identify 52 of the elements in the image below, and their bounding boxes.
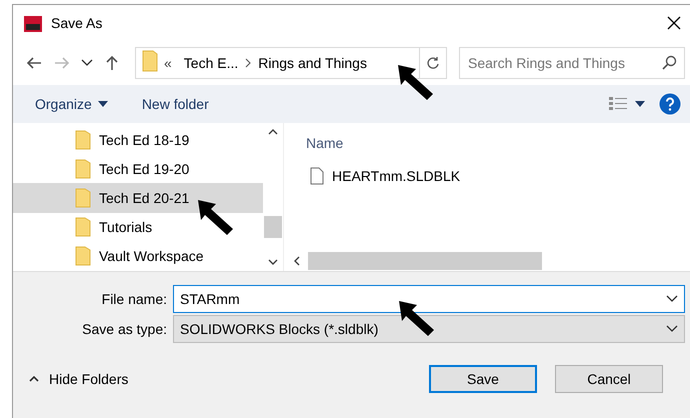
folder-icon [75,130,91,150]
dropdown-caret-icon [666,325,678,333]
folder-icon [75,246,91,266]
window-title: Save As [51,15,104,31]
folder-icon [75,188,91,208]
folder-label: Tech Ed 19-20 [99,160,190,177]
search-field[interactable]: Search Rings and Things [459,47,685,79]
field-label: File name: [100,291,167,307]
recent-caret-icon [81,59,93,67]
breadcrumb[interactable]: Rings and Things [252,55,373,71]
folder-label: Tutorials [99,219,152,236]
address-bar[interactable]: « Tech E... Rings and Things [135,47,447,79]
save-button[interactable]: Save [429,365,537,393]
folder-label: Vault Workspace [99,248,204,264]
file-icon [310,167,324,185]
chevron-icon [244,58,252,68]
dropdown-caret-icon [666,295,678,303]
scroll-left-icon[interactable] [294,256,300,266]
folder-icon [75,217,91,238]
close-icon[interactable] [667,16,681,30]
scrollbar-thumb[interactable] [264,216,282,238]
scroll-up-icon[interactable] [268,129,278,135]
organize-menu[interactable]: Organize [35,96,108,112]
app-logo-icon [23,13,43,33]
search-icon [661,55,677,71]
help-icon[interactable] [659,93,681,115]
view-options-icon[interactable] [609,97,645,111]
folder-item[interactable]: Tutorials [13,212,263,242]
folder-icon [75,158,91,179]
column-header[interactable]: Name [306,135,690,151]
cancel-button[interactable]: Cancel [555,365,663,393]
breadcrumb[interactable]: Tech E... [178,55,244,71]
folder-item[interactable]: Tech Ed 19-20 [13,154,263,184]
field-label: Save as type: [81,321,167,337]
overflow-chevron[interactable]: « [158,55,178,71]
scrollbar-thumb[interactable] [308,252,542,270]
hide-folders-button[interactable]: Hide Folders [29,371,128,387]
folder-item[interactable]: Tech Ed 18-19 [13,125,263,154]
scroll-down-icon[interactable] [268,259,278,265]
folder-label: Tech Ed 18-19 [99,132,190,148]
vertical-scrollbar[interactable] [263,123,284,271]
folder-item[interactable]: Vault Workspace [13,242,263,272]
folder-label: Tech Ed 20-21 [99,190,190,206]
folder-item[interactable]: Tech Ed 20-21 [13,183,263,213]
chevron-up-icon [29,376,39,382]
folder-icon [142,50,158,72]
new-folder-button[interactable]: New folder [142,96,209,112]
file-name[interactable]: HEARTmm.SLDBLK [332,168,460,184]
refresh-icon[interactable] [426,56,440,70]
file-name-field[interactable]: STARmm [173,285,685,313]
file-type-dropdown[interactable]: SOLIDWORKS Blocks (*.sldblk) [173,315,685,343]
caret-icon [98,101,108,107]
